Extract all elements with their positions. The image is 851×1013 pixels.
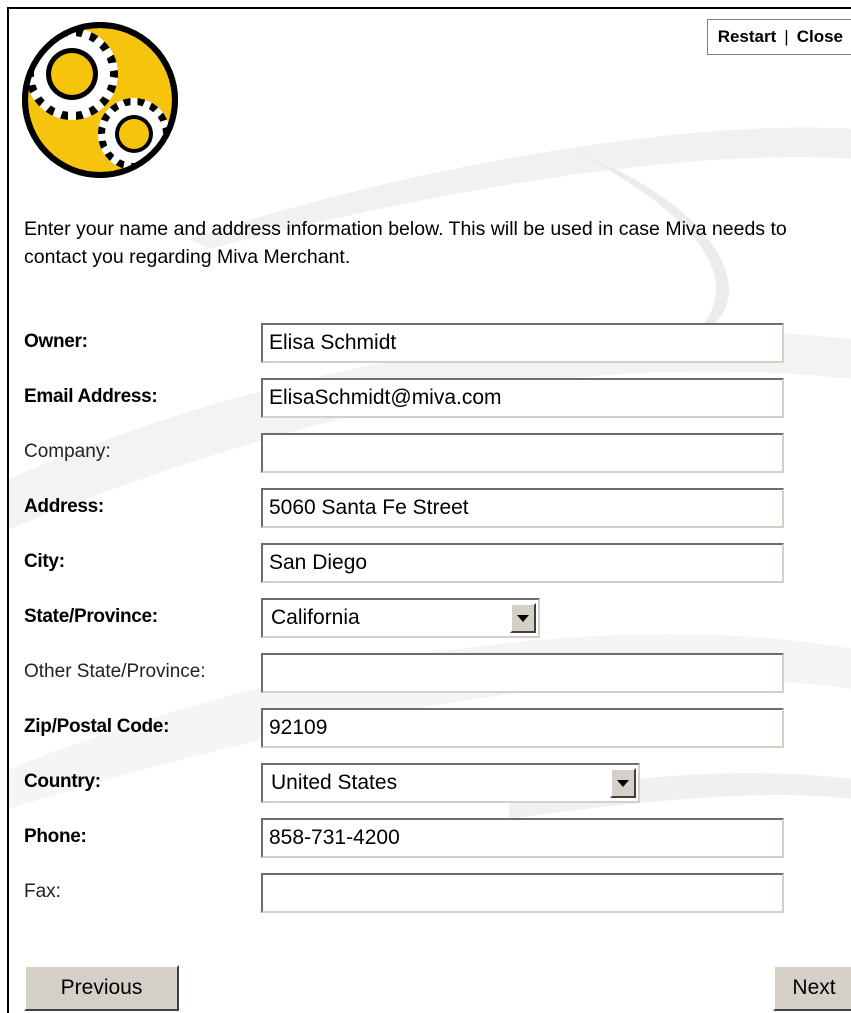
owner-input[interactable]: Elisa Schmidt [261, 323, 784, 363]
state-dropdown-arrow-icon[interactable] [510, 603, 536, 633]
country-dropdown-arrow-icon[interactable] [610, 768, 636, 798]
country-select[interactable]: United States [261, 763, 640, 803]
restart-link[interactable]: Restart [718, 27, 777, 47]
address-label: Address: [24, 496, 104, 517]
fax-input[interactable] [261, 873, 784, 913]
wizard-panel: Restart | Close Enter your name and addr… [7, 7, 851, 1013]
gears-logo-icon [22, 22, 178, 178]
owner-label: Owner: [24, 331, 88, 352]
nav-separator: | [784, 27, 789, 46]
phone-label: Phone: [24, 826, 87, 847]
close-link[interactable]: Close [797, 27, 843, 47]
zip-input[interactable]: 92109 [261, 708, 784, 748]
state-select-value: California [271, 606, 360, 629]
state-select[interactable]: California [261, 598, 540, 638]
country-label: Country: [24, 771, 101, 792]
city-label: City: [24, 551, 65, 572]
phone-input[interactable]: 858-731-4200 [261, 818, 784, 858]
address-input[interactable]: 5060 Santa Fe Street [261, 488, 784, 528]
other-state-label: Other State/Province: [24, 661, 206, 682]
city-input[interactable]: San Diego [261, 543, 784, 583]
intro-text: Enter your name and address information … [24, 218, 787, 268]
email-label: Email Address: [24, 386, 158, 407]
email-input[interactable]: ElisaSchmidt@miva.com [261, 378, 784, 418]
fax-label: Fax: [24, 881, 61, 902]
company-label: Company: [24, 441, 111, 462]
company-input[interactable] [261, 433, 784, 473]
top-navigation: Restart | Close [706, 19, 851, 55]
state-label: State/Province: [24, 606, 158, 627]
zip-label: Zip/Postal Code: [24, 716, 170, 737]
other-state-input[interactable] [261, 653, 784, 693]
country-select-value: United States [271, 771, 398, 794]
previous-button[interactable]: Previous [24, 965, 179, 1011]
next-button[interactable]: Next [773, 965, 851, 1011]
